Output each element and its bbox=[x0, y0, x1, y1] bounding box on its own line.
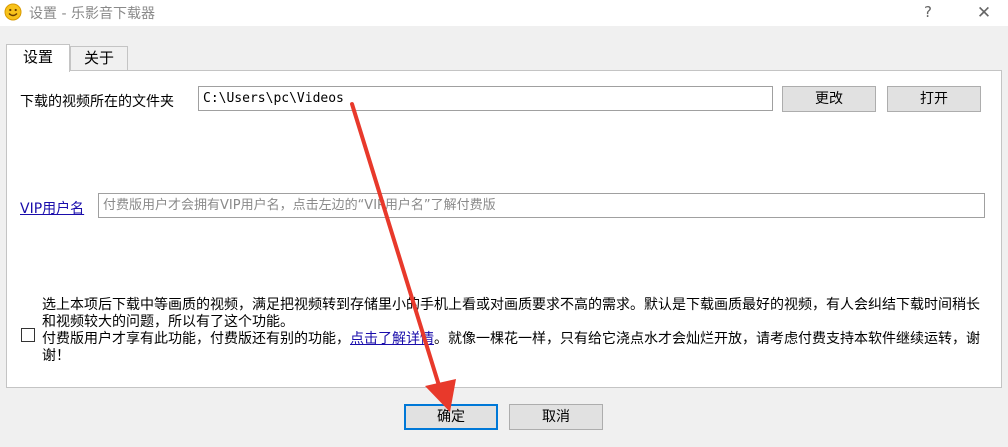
tab-settings[interactable]: 设置 bbox=[6, 44, 70, 72]
title-bar: 设置 - 乐影音下载器 ? ✕ bbox=[0, 0, 1008, 26]
tab-about[interactable]: 关于 bbox=[70, 46, 128, 70]
close-button[interactable]: ✕ bbox=[971, 2, 997, 24]
folder-path-field[interactable]: C:\Users\pc\Videos bbox=[198, 86, 773, 111]
folder-label: 下载的视频所在的文件夹 bbox=[20, 94, 174, 110]
help-button[interactable]: ? bbox=[918, 2, 938, 22]
vip-username-link[interactable]: VIP用户名 bbox=[20, 198, 84, 218]
medium-quality-notice: 选上本项后下载中等画质的视频，满足把视频转到存储里小的手机上看或对画质要求不高的… bbox=[42, 297, 987, 365]
notice-line-2: 付费版用户才享有此功能，付费版还有别的功能，点击了解详情。就像一棵花一样，只有给… bbox=[42, 331, 987, 365]
medium-quality-checkbox[interactable] bbox=[21, 328, 35, 342]
smiley-icon bbox=[4, 3, 22, 21]
notice-text-before: 付费版用户才享有此功能，付费版还有别的功能， bbox=[42, 331, 350, 347]
open-folder-button[interactable]: 打开 bbox=[887, 86, 981, 112]
change-folder-button[interactable]: 更改 bbox=[782, 86, 876, 112]
window-title: 设置 - 乐影音下载器 bbox=[29, 6, 155, 22]
notice-line-1: 选上本项后下载中等画质的视频，满足把视频转到存储里小的手机上看或对画质要求不高的… bbox=[42, 297, 980, 330]
cancel-button[interactable]: 取消 bbox=[509, 404, 603, 430]
ok-button[interactable]: 确定 bbox=[404, 404, 498, 430]
vip-username-field[interactable]: 付费版用户才会拥有VIP用户名，点击左边的“VIP用户名”了解付费版 bbox=[98, 193, 985, 218]
learn-more-link[interactable]: 点击了解详情 bbox=[350, 331, 434, 347]
